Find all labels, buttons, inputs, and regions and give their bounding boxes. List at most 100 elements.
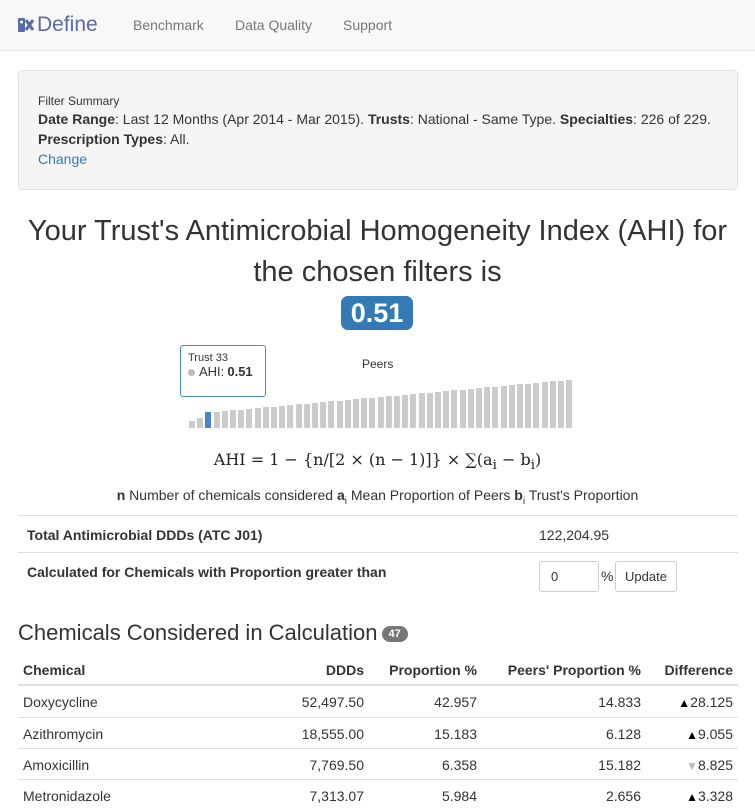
chart-bar[interactable] bbox=[558, 380, 564, 428]
legend-b-label: b bbox=[514, 487, 523, 503]
chart-bar[interactable] bbox=[287, 405, 294, 428]
chart-bar[interactable] bbox=[320, 402, 327, 428]
date-range-value: : Last 12 Months (Apr 2014 - Mar 2015). bbox=[115, 111, 365, 127]
chart-bar[interactable] bbox=[541, 382, 548, 428]
chart-bar[interactable] bbox=[500, 385, 507, 428]
chart-bar[interactable] bbox=[246, 408, 253, 428]
brand-logo[interactable]: Define bbox=[17, 12, 98, 38]
chart-bar[interactable] bbox=[525, 383, 532, 428]
chart-bar[interactable] bbox=[197, 417, 204, 428]
chart-bar[interactable] bbox=[336, 400, 343, 428]
update-button[interactable]: Update bbox=[615, 561, 677, 592]
brand-name: Define bbox=[37, 13, 98, 36]
chart-bar[interactable] bbox=[221, 411, 228, 428]
chart-bar[interactable] bbox=[492, 386, 499, 428]
table-row: Metronidazole 7,313.07 5.984 2.656 ▲3.328 bbox=[18, 779, 738, 810]
chart-bar[interactable] bbox=[566, 380, 573, 428]
header-ddds[interactable]: DDDs bbox=[326, 662, 364, 678]
header-peers-proportion[interactable]: Peers' Proportion % bbox=[508, 662, 641, 678]
chart-bar[interactable] bbox=[369, 397, 376, 428]
chart-bar[interactable] bbox=[410, 394, 417, 428]
filter-summary: Filter Summary Date Range: Last 12 Month… bbox=[18, 70, 738, 190]
cell-peers-proportion: 6.128 bbox=[605, 726, 641, 742]
difference-value: 8.825 bbox=[697, 757, 733, 773]
nav-benchmark[interactable]: Benchmark bbox=[133, 17, 204, 33]
chart-bar[interactable] bbox=[361, 398, 368, 428]
filter-details: Date Range: Last 12 Months (Apr 2014 - M… bbox=[38, 109, 718, 149]
chart-bar[interactable] bbox=[549, 381, 556, 428]
chart-bar[interactable] bbox=[295, 404, 302, 428]
chart-bar[interactable] bbox=[353, 399, 359, 428]
chart-bar[interactable] bbox=[189, 420, 195, 428]
formula-legend: n Number of chemicals considered ai Mean… bbox=[0, 487, 755, 507]
threshold-input[interactable] bbox=[539, 561, 599, 592]
prescription-types-value: : All. bbox=[163, 131, 190, 147]
filter-title: Filter Summary bbox=[38, 94, 120, 108]
chart-bar[interactable] bbox=[435, 391, 441, 428]
chart-bar[interactable] bbox=[312, 402, 318, 428]
cell-ddds: 7,313.07 bbox=[309, 788, 365, 804]
arrow-up-icon: ▲ bbox=[686, 728, 698, 742]
ahi-value-badge: 0.51 bbox=[341, 296, 413, 330]
chart-title: Peers bbox=[362, 357, 394, 371]
arrow-down-icon: ▼ bbox=[686, 759, 698, 773]
chart-bar[interactable] bbox=[443, 391, 450, 428]
header-difference[interactable]: Difference bbox=[665, 662, 733, 678]
chart-bar[interactable] bbox=[262, 407, 269, 428]
cell-peers-proportion: 15.182 bbox=[598, 757, 641, 773]
specialties-label: Specialties bbox=[559, 111, 634, 127]
nav-data-quality[interactable]: Data Quality bbox=[235, 17, 312, 33]
chart-bar[interactable] bbox=[476, 388, 482, 428]
cell-proportion: 5.984 bbox=[441, 788, 477, 804]
legend-a-label: a bbox=[336, 487, 345, 503]
define-logo-icon bbox=[18, 18, 35, 32]
title-line-1: Your Trust's Antimicrobial Homogeneity I… bbox=[27, 215, 728, 247]
chart-bar[interactable] bbox=[459, 389, 466, 428]
table-row: Doxycycline 52,497.50 42.957 14.833 ▲28.125 bbox=[18, 686, 738, 717]
chart-bar-highlighted[interactable] bbox=[205, 412, 212, 428]
chart-bar[interactable] bbox=[213, 411, 220, 428]
legend-a-text: Mean Proportion of Peers bbox=[346, 487, 515, 503]
chart-bar[interactable] bbox=[279, 405, 286, 428]
trusts-label: Trusts bbox=[367, 111, 410, 127]
chart-bar[interactable] bbox=[533, 382, 540, 428]
chart-bar[interactable] bbox=[377, 396, 384, 428]
cell-peers-proportion: 14.833 bbox=[598, 694, 641, 710]
chart-bar[interactable] bbox=[344, 399, 351, 428]
arrow-up-icon: ▲ bbox=[686, 790, 698, 804]
chart-bar[interactable] bbox=[254, 408, 261, 428]
formula-end: ) bbox=[534, 450, 542, 469]
chart-bar[interactable] bbox=[451, 390, 458, 428]
percent-symbol: % bbox=[601, 568, 614, 584]
chart-bar[interactable] bbox=[230, 410, 236, 428]
chart-bar[interactable] bbox=[328, 401, 335, 428]
header-chemical[interactable]: Chemical bbox=[23, 662, 85, 678]
chemicals-section-title: Chemicals Considered in Calculation 47 bbox=[18, 620, 408, 646]
cell-chemical: Metronidazole bbox=[23, 788, 111, 804]
chart-bar[interactable] bbox=[271, 406, 277, 428]
chart-bar[interactable] bbox=[467, 388, 474, 428]
chart-bar[interactable] bbox=[484, 387, 491, 428]
difference-value: 28.125 bbox=[690, 694, 733, 710]
formula-main: AHI = 1 − {n/[2 × (n − 1)]} × ∑(a bbox=[213, 450, 493, 469]
cell-ddds: 7,769.50 bbox=[309, 757, 365, 773]
peers-bar-chart: Peers Trust 33 AHI: 0.51 bbox=[180, 345, 580, 435]
chart-bar[interactable] bbox=[385, 396, 392, 428]
chart-bar[interactable] bbox=[238, 409, 245, 428]
threshold-row: Calculated for Chemicals with Proportion… bbox=[18, 552, 738, 602]
change-filters-link[interactable]: Change bbox=[38, 151, 87, 167]
chart-bar[interactable] bbox=[394, 395, 400, 428]
chart-bar[interactable] bbox=[418, 393, 425, 428]
cell-chemical: Amoxicillin bbox=[23, 757, 90, 773]
ahi-formula: AHI = 1 − {n/[2 × (n − 1)]} × ∑(ai − bi) bbox=[213, 450, 542, 474]
cell-chemical: Azithromycin bbox=[23, 726, 104, 742]
chart-bar[interactable] bbox=[517, 384, 523, 428]
chart-bar[interactable] bbox=[508, 385, 515, 428]
cell-difference: ▲3.328 bbox=[686, 788, 733, 804]
nav-support[interactable]: Support bbox=[343, 17, 392, 33]
header-proportion[interactable]: Proportion % bbox=[389, 662, 477, 678]
chart-bar[interactable] bbox=[402, 394, 409, 428]
chart-bar[interactable] bbox=[303, 403, 310, 428]
table-row: Amoxicillin 7,769.50 6.358 15.182 ▼8.825 bbox=[18, 748, 738, 779]
chart-bar[interactable] bbox=[426, 392, 433, 428]
